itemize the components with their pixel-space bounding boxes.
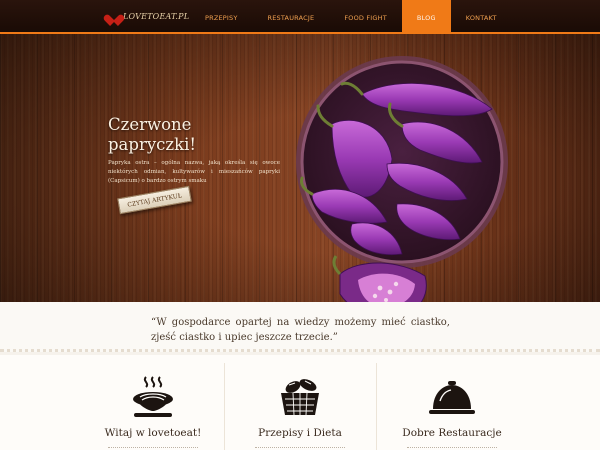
- top-navigation-bar: LOVETOEAT.PL Przepisy Restauracje Food F…: [0, 0, 600, 34]
- hero-caption: Czerwone papryczki! Papryka ostra – ogól…: [108, 115, 280, 186]
- hero-title: Czerwone papryczki!: [108, 115, 197, 154]
- features-section: Witaj w lovetoeat! Przepisy i Dieta Dobr…: [0, 355, 600, 450]
- main-menu: Przepisy Restauracje Food Fight Blog Kon…: [190, 0, 512, 34]
- nav-item-blog[interactable]: Blog: [401, 0, 451, 34]
- heart-logo-icon: [108, 10, 120, 22]
- bread-basket-icon: [280, 379, 319, 416]
- quote-text: “W gospodarce opartej na wiedzy możemy m…: [151, 317, 450, 343]
- pasta-bowl-icon: [133, 376, 173, 417]
- feature-title: Dobre Restauracje: [402, 427, 502, 439]
- nav-item-food-fight[interactable]: Food Fight: [329, 0, 402, 34]
- site-logo[interactable]: LOVETOEAT.PL: [108, 7, 189, 25]
- logo-text: LOVETOEAT.PL: [123, 11, 190, 21]
- nav-item-restauracje[interactable]: Restauracje: [253, 0, 330, 34]
- nav-item-kontakt[interactable]: Kontakt: [451, 0, 512, 34]
- feature-title: Witaj w lovetoeat!: [104, 427, 202, 439]
- feature-title: Przepisy i Dieta: [258, 427, 342, 439]
- pepper-bowl-image: [296, 56, 508, 268]
- cloche-icon: [428, 381, 475, 414]
- nav-item-przepisy[interactable]: Przepisy: [190, 0, 253, 34]
- cut-pepper-image: [332, 255, 427, 302]
- hero-slider: Czerwone papryczki! Papryka ostra – ogól…: [0, 34, 600, 302]
- feature-recipes[interactable]: Przepisy i Dieta: [224, 363, 374, 450]
- hero-description: Papryka ostra – ogólna nazwa, jaką okreś…: [108, 160, 280, 184]
- feature-welcome[interactable]: Witaj w lovetoeat!: [78, 363, 228, 450]
- quote-section: “W gospodarce opartej na wiedzy możemy m…: [0, 302, 600, 352]
- feature-restaurants[interactable]: Dobre Restauracje: [376, 363, 526, 450]
